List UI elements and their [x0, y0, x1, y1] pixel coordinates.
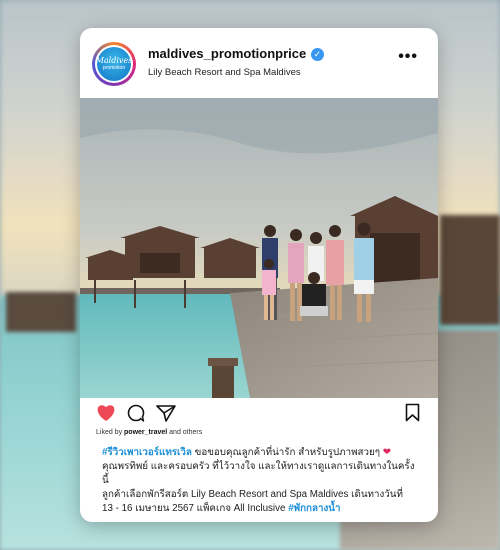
resort-photo-illustration	[80, 98, 438, 398]
hashtag-review[interactable]: #รีวิวเพาเวอร์แทรเวิล	[102, 447, 192, 458]
post-caption: #รีวิวเพาเวอร์แทรเวิล ขอขอบคุณลูกค้าที่น…	[102, 446, 418, 516]
caption-line-4: 13 - 16 เมษายน 2567 แพ็คเกจ All Inclusiv…	[102, 503, 289, 514]
heart-emoji: ❤	[382, 447, 391, 458]
background-hut-right	[440, 215, 500, 325]
liked-by-prefix: Liked by	[96, 429, 125, 436]
liked-by-suffix[interactable]: and others	[167, 429, 202, 436]
caption-line-2: คุณพรทิพย์ และครอบครัว ที่ไว้วางใจ และให…	[102, 461, 415, 486]
hashtag-overwater[interactable]: #พักกลางน้ำ	[288, 503, 340, 514]
share-icon[interactable]	[156, 404, 176, 422]
verified-badge-icon: ✓	[311, 48, 324, 61]
more-options-icon[interactable]: •••	[398, 48, 418, 66]
bookmark-icon[interactable]	[405, 403, 420, 422]
post-photo[interactable]	[80, 98, 438, 398]
liked-by-user[interactable]: power_travel	[124, 429, 167, 436]
username[interactable]: maldives_promotionprice	[148, 46, 306, 61]
avatar[interactable]: Maldives promotion	[92, 42, 136, 86]
caption-line-3: ลูกค้าเลือกพักรีสอร์ต Lily Beach Resort …	[102, 489, 403, 500]
post-header: Maldives promotion maldives_promotionpri…	[80, 28, 438, 98]
avatar-logo: Maldives promotion	[95, 47, 133, 81]
liked-by-text: Liked by power_travel and others	[96, 429, 202, 436]
post-actions	[80, 400, 438, 428]
background-hut-left	[6, 292, 76, 332]
avatar-logo-subtext: promotion	[102, 65, 126, 71]
heart-icon[interactable]	[96, 404, 116, 422]
comment-icon[interactable]	[127, 404, 145, 422]
caption-line-1: ขอขอบคุณลูกค้าที่น่ารัก สำหรับรูปภาพสวยๆ	[191, 447, 383, 458]
location-label[interactable]: Lily Beach Resort and Spa Maldives	[148, 67, 301, 78]
instagram-post-card: Maldives promotion maldives_promotionpri…	[80, 28, 438, 522]
avatar-logo-text: Maldives	[95, 56, 133, 65]
